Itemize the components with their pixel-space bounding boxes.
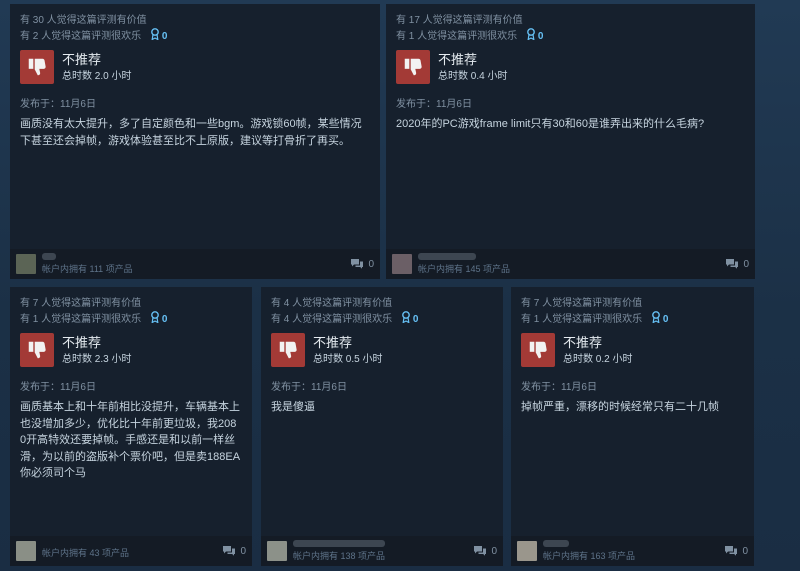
- comment-count: 0: [240, 545, 246, 557]
- posted-date: 发布于：11月6日: [396, 99, 472, 110]
- comments-link[interactable]: 0: [350, 258, 374, 270]
- award-count[interactable]: 0: [162, 314, 168, 325]
- verdict-title: 不推荐: [313, 335, 353, 350]
- comment-bubble-icon: [725, 546, 738, 556]
- review-footer: 帐户内拥有 145 项产品 0: [386, 249, 755, 279]
- product-count: 帐户内拥有 138 项产品: [293, 551, 386, 561]
- comment-count: 0: [368, 258, 374, 270]
- playtime-hours: 总时数 0.4 小时: [438, 71, 508, 82]
- verdict-title: 不推荐: [62, 52, 102, 67]
- thumbs-down-icon: [521, 333, 555, 367]
- review-text: 画质没有太大提升，多了自定颜色和一些bgm。游戏锁60帧，某些情况下甚至还会掉帧…: [20, 118, 362, 147]
- helpful-count: 有 17 人觉得这篇评测有价值: [396, 15, 523, 26]
- award-ribbon-icon[interactable]: [526, 28, 536, 45]
- product-count: 帐户内拥有 145 项产品: [418, 264, 511, 274]
- funny-count: 有 2 人觉得这篇评测很欢乐: [20, 31, 142, 43]
- avatar[interactable]: [267, 541, 287, 561]
- review-card-4[interactable]: 有 4 人觉得这篇评测有价值 有 4 人觉得这篇评测很欢乐 0 不推荐 总时数 …: [261, 287, 503, 566]
- award-count[interactable]: 0: [162, 31, 168, 42]
- verdict-title: 不推荐: [438, 52, 478, 67]
- review-text: 掉帧严重，漂移的时候经常只有二十几帧: [521, 401, 719, 413]
- avatar[interactable]: [16, 254, 36, 274]
- posted-date: 发布于：11月6日: [20, 382, 96, 393]
- helpful-count: 有 30 人觉得这篇评测有价值: [20, 15, 147, 26]
- award-ribbon-icon[interactable]: [401, 311, 411, 328]
- funny-count: 有 1 人觉得这篇评测很欢乐: [396, 31, 518, 43]
- award-count[interactable]: 0: [663, 314, 669, 325]
- review-footer: 帐户内拥有 163 项产品 0: [511, 536, 754, 566]
- review-footer: 帐户内拥有 43 项产品 0: [10, 536, 252, 566]
- posted-date: 发布于：11月6日: [521, 382, 597, 393]
- review-text: 我是傻逼: [271, 401, 315, 413]
- comments-link[interactable]: 0: [222, 545, 246, 557]
- playtime-hours: 总时数 0.2 小时: [563, 354, 633, 365]
- review-text: 2020年的PC游戏frame limit只有30和60是谁弄出来的什么毛病?: [396, 118, 705, 130]
- verdict-block: 不推荐 总时数 0.2 小时: [521, 333, 744, 371]
- username[interactable]: [418, 253, 476, 260]
- verdict-block: 不推荐 总时数 0.4 小时: [396, 50, 745, 88]
- thumbs-down-icon: [20, 50, 54, 84]
- verdict-title: 不推荐: [563, 335, 603, 350]
- product-count: 帐户内拥有 43 项产品: [42, 547, 130, 558]
- comments-link[interactable]: 0: [725, 258, 749, 270]
- avatar[interactable]: [517, 541, 537, 561]
- product-count: 帐户内拥有 163 项产品: [543, 551, 636, 561]
- comment-count: 0: [742, 545, 748, 557]
- review-text: 画质基本上和十年前相比没提升，车辆基本上也没增加多少，优化比十年前更垃圾，我20…: [20, 401, 241, 479]
- username[interactable]: [42, 253, 56, 260]
- comment-count: 0: [491, 545, 497, 557]
- award-count[interactable]: 0: [413, 314, 419, 325]
- comment-bubble-icon: [223, 546, 236, 556]
- avatar[interactable]: [16, 541, 36, 561]
- thumbs-down-icon: [20, 333, 54, 367]
- comment-bubble-icon: [726, 259, 739, 269]
- funny-count-row: 有 1 人觉得这篇评测很欢乐 0: [396, 28, 745, 43]
- helpful-count: 有 7 人觉得这篇评测有价值: [521, 298, 643, 309]
- award-ribbon-icon[interactable]: [651, 311, 661, 328]
- review-card-3[interactable]: 有 7 人觉得这篇评测有价值 有 1 人觉得这篇评测很欢乐 0 不推荐 总时数 …: [10, 287, 252, 566]
- playtime-hours: 总时数 0.5 小时: [313, 354, 383, 365]
- product-count: 帐户内拥有 111 项产品: [42, 264, 133, 274]
- funny-count-row: 有 2 人觉得这篇评测很欢乐 0: [20, 28, 370, 43]
- review-card-2[interactable]: 有 17 人觉得这篇评测有价值 有 1 人觉得这篇评测很欢乐 0 不推荐 总时数…: [386, 4, 755, 279]
- posted-date: 发布于：11月6日: [20, 99, 96, 110]
- comment-bubble-icon: [351, 259, 364, 269]
- helpful-count: 有 7 人觉得这篇评测有价值: [20, 298, 142, 309]
- thumbs-down-icon: [396, 50, 430, 84]
- award-count[interactable]: 0: [538, 31, 544, 42]
- award-ribbon-icon[interactable]: [150, 311, 160, 328]
- comment-count: 0: [743, 258, 749, 270]
- comment-bubble-icon: [474, 546, 487, 556]
- funny-count-row: 有 1 人觉得这篇评测很欢乐 0: [521, 311, 744, 326]
- verdict-title: 不推荐: [62, 335, 102, 350]
- verdict-block: 不推荐 总时数 2.3 小时: [20, 333, 242, 371]
- posted-date: 发布于：11月6日: [271, 382, 347, 393]
- funny-count-row: 有 4 人觉得这篇评测很欢乐 0: [271, 311, 493, 326]
- review-card-5[interactable]: 有 7 人觉得这篇评测有价值 有 1 人觉得这篇评测很欢乐 0 不推荐 总时数 …: [511, 287, 754, 566]
- thumbs-down-icon: [271, 333, 305, 367]
- comments-link[interactable]: 0: [473, 545, 497, 557]
- funny-count: 有 1 人觉得这篇评测很欢乐: [521, 314, 643, 326]
- avatar[interactable]: [392, 254, 412, 274]
- award-ribbon-icon[interactable]: [150, 28, 160, 45]
- username[interactable]: [293, 540, 385, 547]
- funny-count: 有 4 人觉得这篇评测很欢乐: [271, 314, 393, 326]
- review-card-1[interactable]: 有 30 人觉得这篇评测有价值 有 2 人觉得这篇评测很欢乐 0 不推荐 总时数…: [10, 4, 380, 279]
- review-footer: 帐户内拥有 138 项产品 0: [261, 536, 503, 566]
- username[interactable]: [543, 540, 569, 547]
- verdict-block: 不推荐 总时数 2.0 小时: [20, 50, 370, 88]
- comments-link[interactable]: 0: [724, 545, 748, 557]
- funny-count: 有 1 人觉得这篇评测很欢乐: [20, 314, 142, 326]
- playtime-hours: 总时数 2.3 小时: [62, 354, 132, 365]
- funny-count-row: 有 1 人觉得这篇评测很欢乐 0: [20, 311, 242, 326]
- playtime-hours: 总时数 2.0 小时: [62, 71, 132, 82]
- review-footer: 帐户内拥有 111 项产品 0: [10, 249, 380, 279]
- verdict-block: 不推荐 总时数 0.5 小时: [271, 333, 493, 371]
- helpful-count: 有 4 人觉得这篇评测有价值: [271, 298, 393, 309]
